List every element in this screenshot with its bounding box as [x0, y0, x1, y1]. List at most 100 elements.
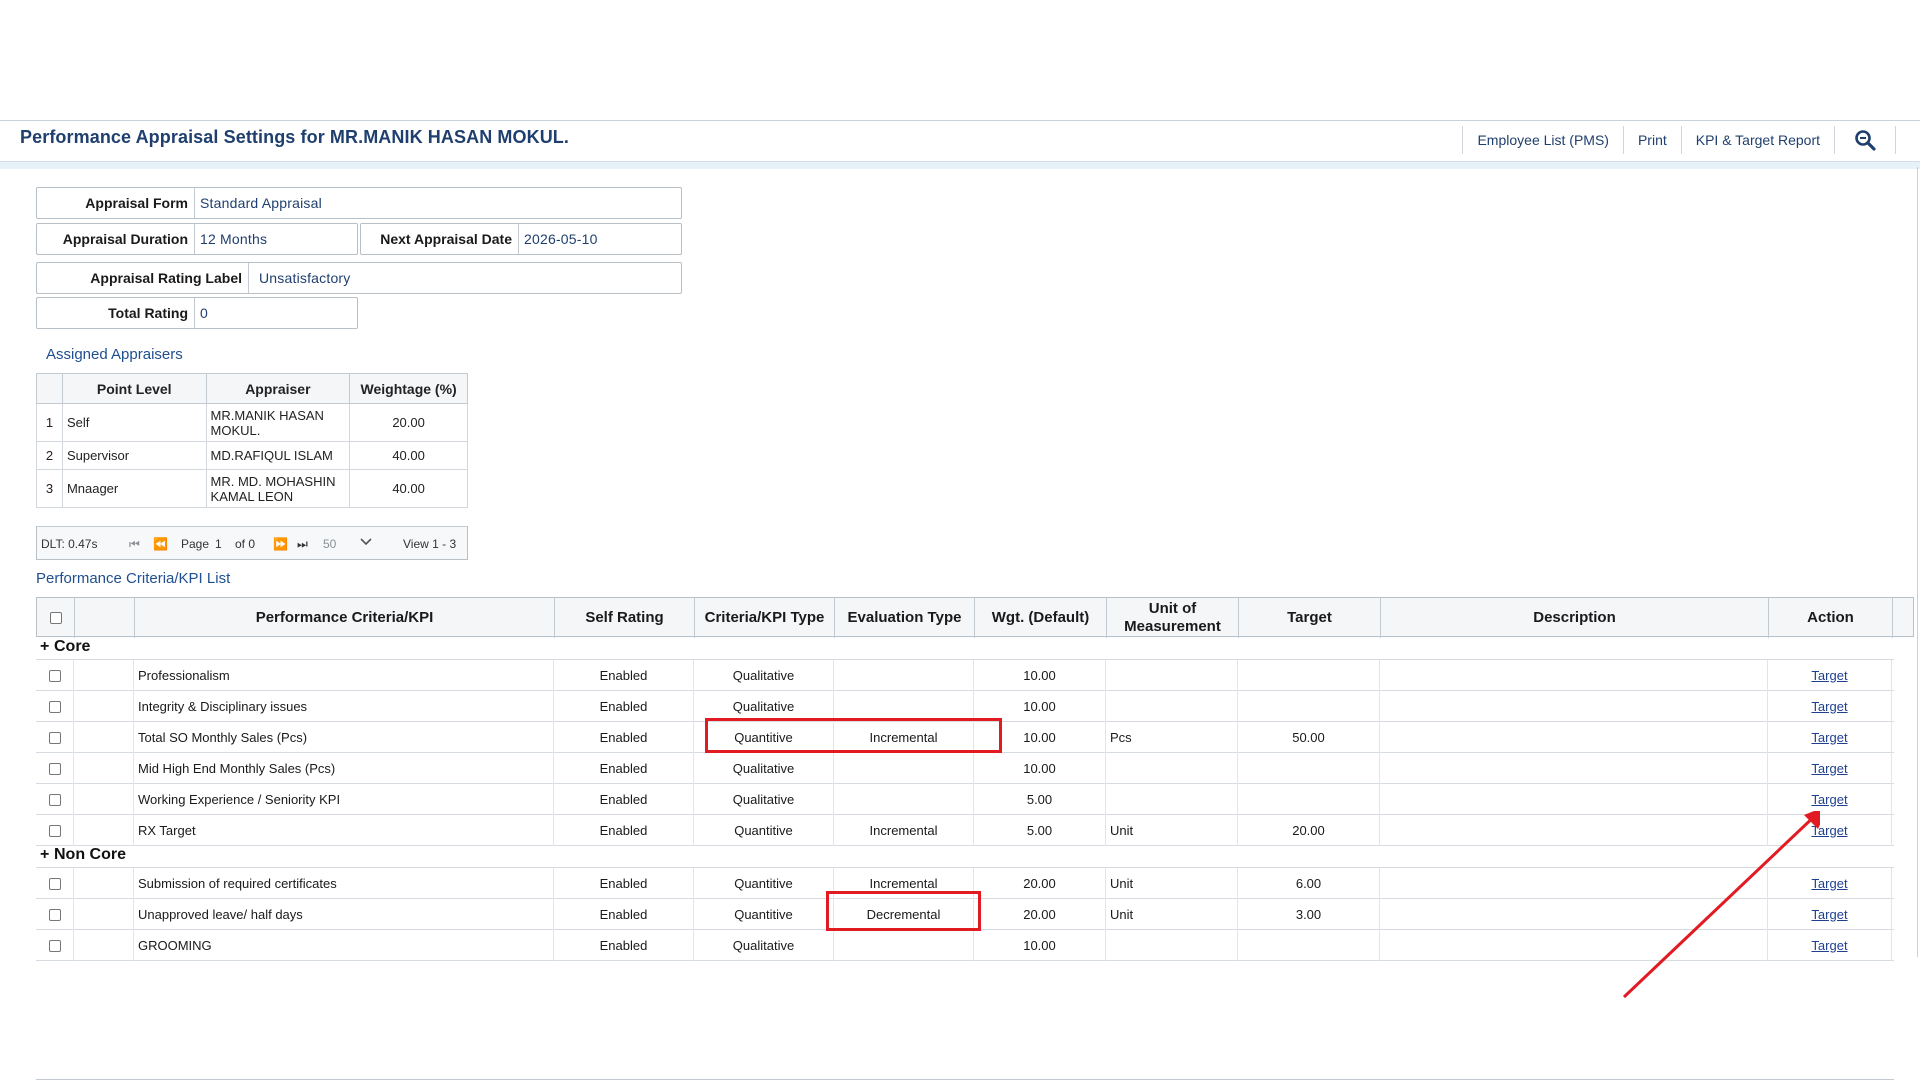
page-number-input[interactable]: 1	[215, 537, 222, 551]
unit-cell	[1106, 660, 1238, 691]
search-button[interactable]	[1834, 126, 1896, 154]
point-level-cell: Mnaager	[61, 469, 207, 508]
unit-cell	[1106, 753, 1238, 784]
chevron-down-icon[interactable]	[359, 535, 373, 552]
row-checkbox[interactable]	[48, 700, 61, 713]
row-checkbox-cell	[36, 930, 74, 961]
kpi-name-cell: Submission of required certificates	[134, 868, 554, 899]
target-header: Target	[1239, 598, 1381, 638]
appraisal-rating-label-value[interactable]: Unsatisfactory	[249, 263, 351, 293]
target-link[interactable]: Target	[1811, 668, 1847, 683]
row-checkbox[interactable]	[48, 793, 61, 806]
target-link[interactable]: Target	[1811, 730, 1847, 745]
target-cell	[1238, 930, 1380, 961]
unit-cell	[1106, 691, 1238, 722]
first-page-icon[interactable]: ⏮	[129, 537, 140, 552]
expand-icon[interactable]: +	[40, 638, 49, 656]
last-page-icon[interactable]: ⏭	[297, 537, 308, 552]
page-header: Performance Appraisal Settings for MR.MA…	[0, 121, 1920, 169]
expand-icon[interactable]: +	[40, 846, 49, 864]
action-cell: Target	[1768, 660, 1892, 691]
highlight-box	[826, 891, 981, 931]
kpi-name-header: Performance Criteria/KPI	[135, 598, 555, 638]
target-cell	[1238, 784, 1380, 815]
table-row[interactable]: 3 Mnaager MR. MD. MOHASHIN KAMAL LEON 40…	[36, 469, 468, 508]
description-cell	[1380, 722, 1768, 753]
table-row[interactable]: RX Target Enabled Quantitive Incremental 5.0…	[36, 815, 1894, 846]
next-appraisal-date-value[interactable]: 2026-05-10	[519, 224, 598, 254]
row-checkbox-cell	[36, 868, 74, 899]
self-rating-cell: Enabled	[554, 899, 694, 930]
row-checkbox[interactable]	[48, 908, 61, 921]
kpi-name-cell: Unapproved leave/ half days	[134, 899, 554, 930]
description-cell	[1380, 660, 1768, 691]
weightage-header: Weightage (%)	[349, 373, 468, 404]
row-number-header	[36, 373, 63, 404]
weight-cell: 20.00	[974, 868, 1106, 899]
row-checkbox-cell	[36, 784, 74, 815]
table-row[interactable]: 2 Supervisor MD.RAFIQUL ISLAM 40.00	[36, 441, 468, 470]
weightage-cell: 40.00	[349, 441, 468, 470]
action-cell: Target	[1768, 753, 1892, 784]
employee-list-link[interactable]: Employee List (PMS)	[1462, 126, 1622, 154]
weight-cell: 10.00	[974, 930, 1106, 961]
row-checkbox[interactable]	[48, 824, 61, 837]
row-checkbox[interactable]	[48, 877, 61, 890]
blank-cell	[74, 899, 134, 930]
page-right-border	[1917, 167, 1918, 957]
appraisers-table: Point Level Appraiser Weightage (%) 1 Se…	[36, 373, 468, 508]
appraisers-pager: DLT: 0.47s ⏮ ⏪ Page 1 of 0 ⏩ ⏭ 50 View 1…	[36, 526, 468, 560]
action-cell: Target	[1768, 691, 1892, 722]
blank-cell	[74, 784, 134, 815]
evaluation-type-header: Evaluation Type	[835, 598, 975, 638]
header-divider	[0, 161, 1920, 169]
appraiser-cell: MD.RAFIQUL ISLAM	[205, 441, 351, 470]
next-page-icon[interactable]: ⏩	[273, 537, 288, 551]
table-row[interactable]: GROOMING Enabled Qualitative 10.00 Target	[36, 930, 1894, 961]
row-number: 1	[36, 403, 63, 442]
appraisal-duration-field: Appraisal Duration 12 Months	[36, 223, 358, 255]
description-cell	[1380, 753, 1768, 784]
appraisal-form-value[interactable]: Standard Appraisal	[195, 188, 322, 218]
kpi-type-cell: Quantitive	[694, 868, 834, 899]
kpi-name-cell: Total SO Monthly Sales (Pcs)	[134, 722, 554, 753]
unit-cell: Unit	[1106, 868, 1238, 899]
unit-cell	[1106, 784, 1238, 815]
point-level-header: Point Level	[61, 373, 207, 404]
next-appraisal-date-field: Next Appraisal Date 2026-05-10	[360, 223, 682, 255]
blank-cell	[74, 930, 134, 961]
weightage-cell: 20.00	[349, 403, 468, 442]
table-row[interactable]: Working Experience / Seniority KPI Enable…	[36, 784, 1894, 815]
self-rating-cell: Enabled	[554, 868, 694, 899]
row-checkbox[interactable]	[48, 731, 61, 744]
table-row[interactable]: 1 Self MR.MANIK HASAN MOKUL. 20.00	[36, 403, 468, 442]
self-rating-cell: Enabled	[554, 722, 694, 753]
target-link[interactable]: Target	[1811, 761, 1847, 776]
print-link[interactable]: Print	[1622, 126, 1681, 154]
row-checkbox[interactable]	[48, 762, 61, 775]
target-link[interactable]: Target	[1811, 792, 1847, 807]
appraisal-rating-label-field: Appraisal Rating Label Unsatisfactory	[36, 262, 682, 294]
kpi-group-header[interactable]: + Core	[36, 638, 1894, 660]
appraiser-header: Appraiser	[205, 373, 351, 404]
point-level-cell: Supervisor	[61, 441, 207, 470]
target-link[interactable]: Target	[1811, 699, 1847, 714]
row-checkbox-cell	[36, 753, 74, 784]
row-checkbox[interactable]	[48, 669, 61, 682]
select-all-cell	[37, 598, 75, 638]
total-rating-value[interactable]: 0	[195, 298, 208, 328]
rows-per-page-select[interactable]: 50	[323, 537, 336, 551]
row-checkbox[interactable]	[48, 939, 61, 952]
kpi-group-header[interactable]: + Non Core	[36, 846, 1894, 868]
point-level-cell: Self	[61, 403, 207, 442]
appraisers-header-row: Point Level Appraiser Weightage (%)	[36, 373, 468, 404]
appraisal-duration-value[interactable]: 12 Months	[195, 224, 267, 254]
appraisal-rating-label-label: Appraisal Rating Label	[37, 263, 249, 293]
table-row[interactable]: Professionalism Enabled Qualitative 10.00 Ta…	[36, 660, 1894, 691]
action-header: Action	[1769, 598, 1893, 638]
select-all-checkbox[interactable]	[49, 612, 62, 624]
table-row[interactable]: Mid High End Monthly Sales (Pcs) Enabled Q…	[36, 753, 1894, 784]
prev-page-icon[interactable]: ⏪	[153, 537, 168, 551]
kpi-target-report-link[interactable]: KPI & Target Report	[1680, 126, 1834, 154]
view-range-text: View 1 - 3	[403, 537, 457, 551]
